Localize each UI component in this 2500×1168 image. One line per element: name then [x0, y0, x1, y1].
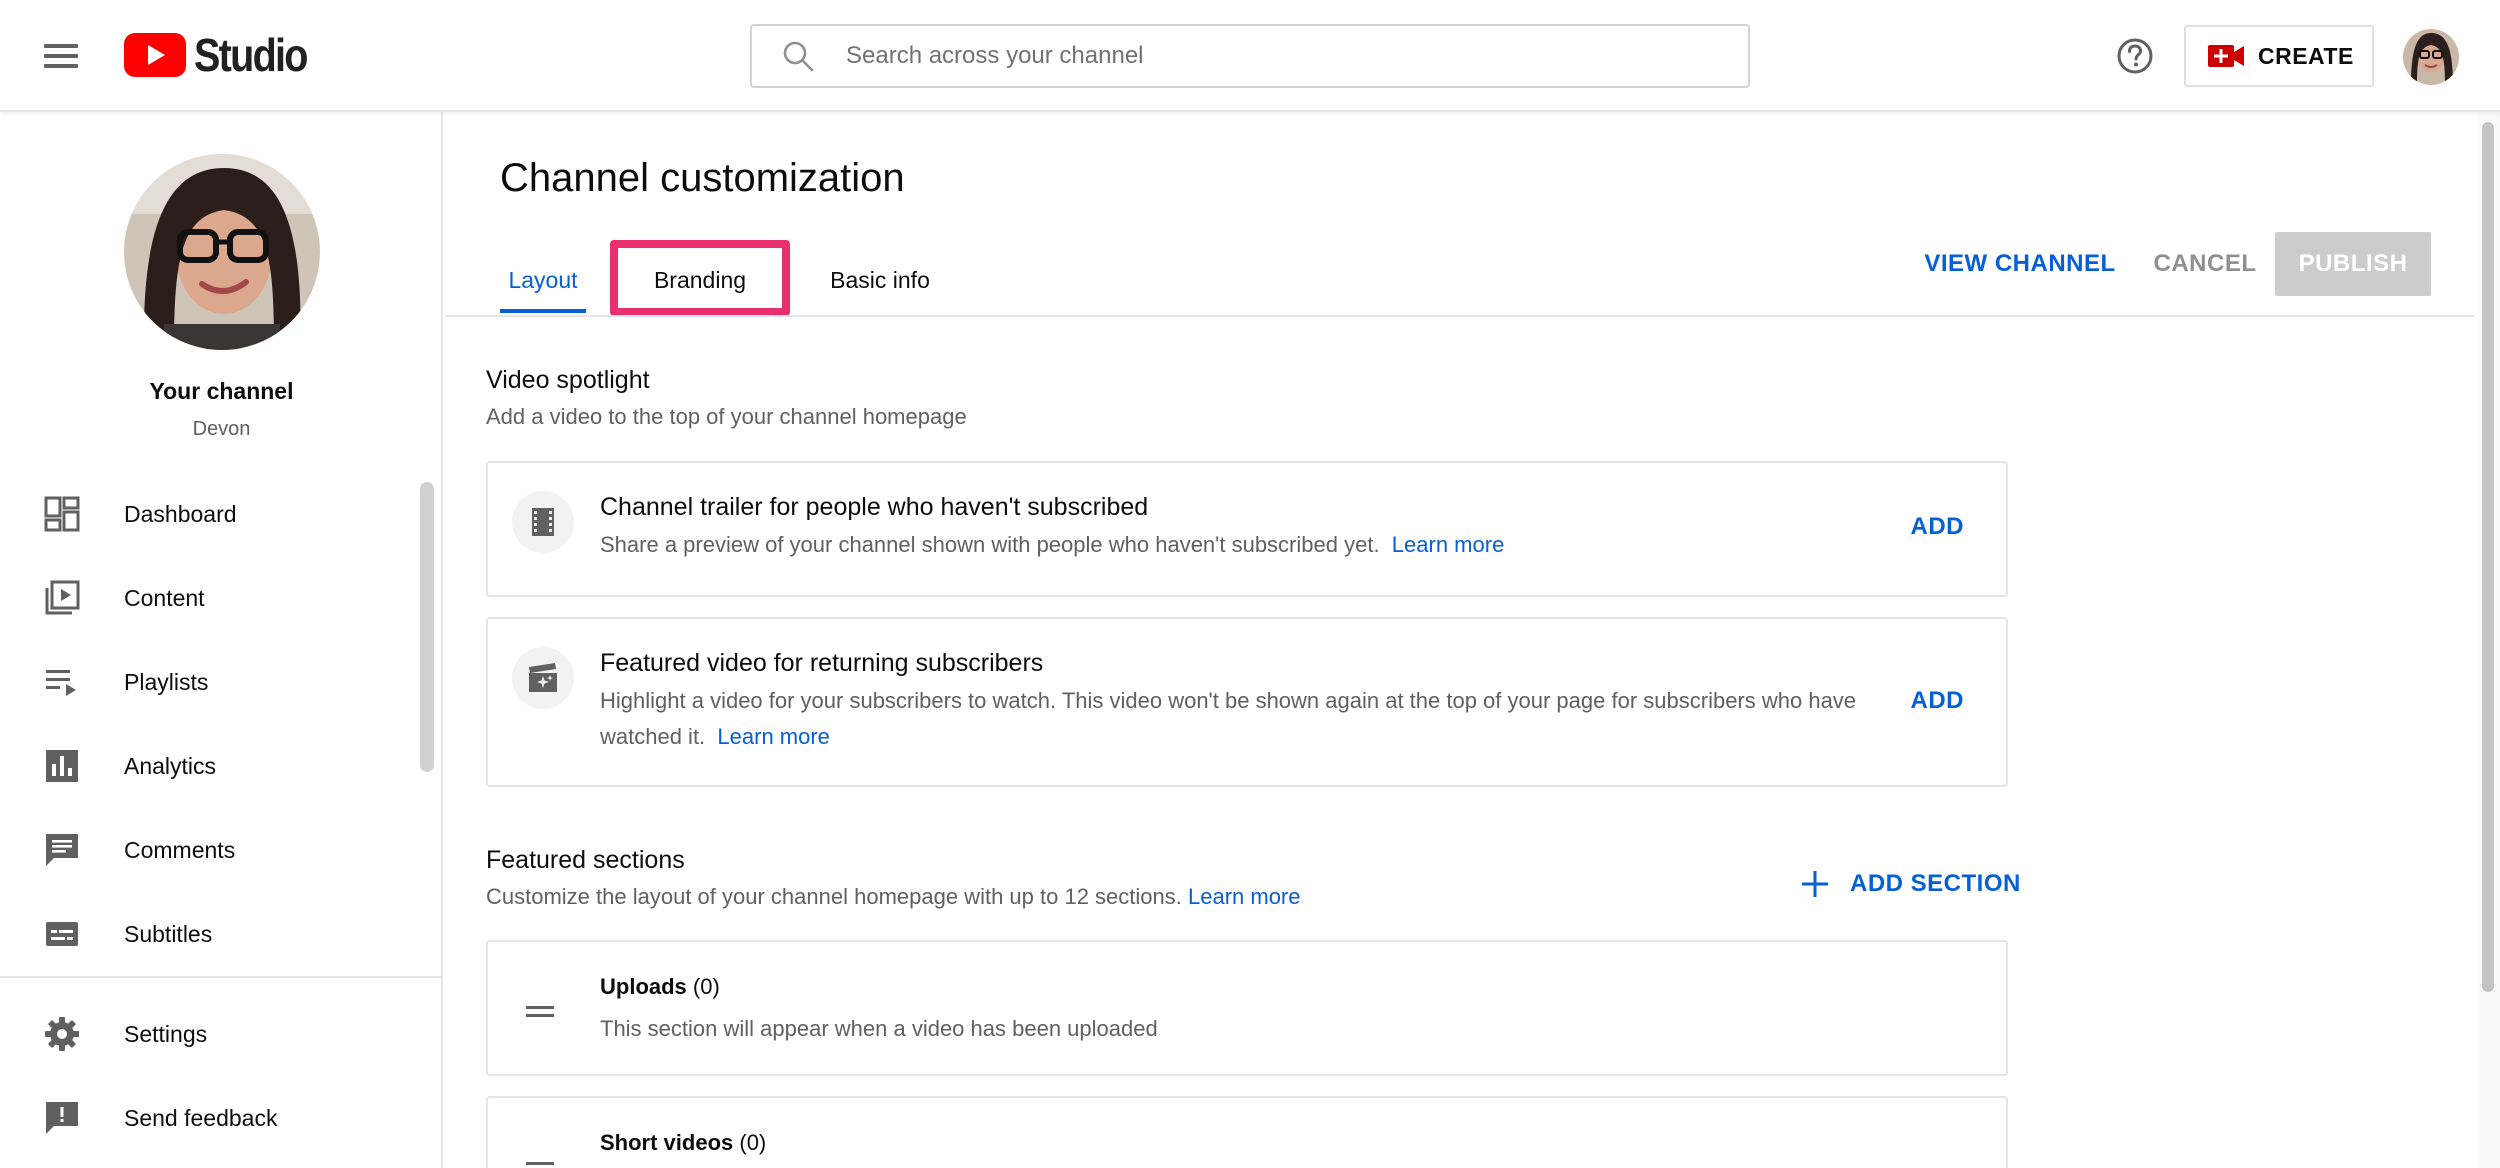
channel-avatar[interactable]	[124, 154, 320, 350]
channel-name: Your channel	[149, 378, 294, 404]
channel-avatar-image	[124, 154, 320, 350]
active-tab-indicator	[500, 309, 586, 313]
card-description: Highlight a video for your subscribers t…	[600, 683, 1930, 755]
card-icon-circle	[512, 491, 574, 553]
drag-handle-icon[interactable]	[526, 1160, 554, 1168]
tab-layout[interactable]: Layout	[500, 252, 586, 308]
sidebar-item-send-feedback[interactable]: Send feedback	[0, 1076, 420, 1160]
learn-more-link[interactable]: Learn more	[717, 724, 830, 749]
film-strip-icon	[532, 508, 554, 536]
section-name: Short videos	[600, 1130, 734, 1155]
sidebar-item-label: Subtitles	[124, 920, 213, 947]
playlists-icon	[46, 670, 76, 696]
video-camera-add-icon	[2208, 45, 2244, 67]
search-bar[interactable]	[750, 24, 1750, 88]
sidebar-scrollbar[interactable]	[420, 482, 434, 772]
featured-sections-description: Customize the layout of your channel hom…	[486, 884, 1301, 910]
menu-icon[interactable]	[40, 36, 84, 76]
search-input[interactable]	[846, 42, 1706, 70]
add-trailer-button[interactable]: ADD	[1911, 513, 1965, 541]
video-spotlight-description: Add a video to the top of your channel h…	[486, 404, 967, 429]
sidebar-item-label: Dashboard	[124, 500, 237, 527]
learn-more-link[interactable]: Learn more	[1188, 884, 1301, 909]
card-title: Featured video for returning subscribers	[600, 649, 1044, 677]
main-scrollbar-thumb[interactable]	[2482, 122, 2494, 992]
dashboard-icon	[44, 496, 80, 532]
channel-trailer-card: Channel trailer for people who haven't s…	[486, 461, 2008, 597]
sidebar-item-content[interactable]: Content	[0, 556, 420, 640]
create-button[interactable]: CREATE	[2184, 25, 2374, 87]
subtitles-icon	[46, 922, 78, 946]
sidebar-item-label: Comments	[124, 836, 236, 863]
add-section-label: ADD SECTION	[1850, 870, 2021, 897]
view-channel-button[interactable]: VIEW CHANNEL	[1920, 232, 2120, 296]
publish-button[interactable]: PUBLISH	[2275, 232, 2431, 296]
card-title: Channel trailer for people who haven't s…	[600, 493, 1149, 521]
help-icon[interactable]	[2115, 36, 2155, 76]
avatar-image	[2403, 29, 2459, 85]
main-content: Channel customization Layout Branding Ba…	[445, 112, 2475, 1168]
settings-icon	[45, 1017, 79, 1051]
cancel-button[interactable]: CANCEL	[2145, 232, 2265, 296]
main-scrollbar[interactable]	[2478, 112, 2500, 1168]
tab-branding[interactable]: Branding	[610, 252, 790, 308]
channel-handle: Devon	[192, 418, 251, 440]
featured-sections-title: Featured sections	[486, 846, 685, 874]
comments-icon	[46, 834, 78, 866]
short-videos-section-card[interactable]: Short videos (0)	[486, 1096, 2008, 1168]
top-bar: Studio CREATE	[0, 0, 2500, 112]
section-count: (0)	[739, 1130, 767, 1155]
uploads-section-card[interactable]: Uploads (0) This section will appear whe…	[486, 940, 2008, 1076]
featured-sections-description-text: Customize the layout of your channel hom…	[486, 884, 1182, 909]
card-description-line1: Highlight a video for your subscribers t…	[600, 688, 1857, 713]
create-label: CREATE	[2258, 42, 2354, 69]
video-spotlight-title: Video spotlight	[486, 366, 650, 394]
logo-text: Studio	[194, 29, 308, 81]
learn-more-link[interactable]: Learn more	[1392, 532, 1505, 557]
sidebar-item-label: Send feedback	[124, 1104, 278, 1131]
card-description: Share a preview of your channel shown wi…	[600, 527, 1504, 563]
sidebar-item-label: Playlists	[124, 668, 209, 695]
sidebar-divider	[0, 976, 443, 978]
card-icon-circle	[512, 647, 574, 709]
account-avatar[interactable]	[2403, 29, 2459, 85]
add-featured-video-button[interactable]: ADD	[1911, 687, 1965, 715]
content-icon	[45, 580, 80, 615]
section-title: Short videos (0)	[600, 1130, 766, 1156]
sidebar-item-settings[interactable]: Settings	[0, 992, 420, 1076]
plus-icon	[1802, 871, 1828, 897]
section-name: Uploads	[600, 974, 687, 999]
section-title: Uploads (0)	[600, 974, 720, 1000]
sidebar-item-playlists[interactable]: Playlists	[0, 640, 420, 724]
sidebar-item-comments[interactable]: Comments	[0, 808, 420, 892]
feedback-icon	[46, 1102, 78, 1134]
sidebar-item-analytics[interactable]: Analytics	[0, 724, 420, 808]
tab-basic-info[interactable]: Basic info	[815, 252, 945, 308]
clapperboard-sparkle-icon	[529, 663, 557, 692]
page-title: Channel customization	[500, 156, 905, 200]
analytics-icon	[46, 750, 78, 782]
sidebar-item-label: Settings	[124, 1020, 208, 1047]
drag-handle-icon[interactable]	[526, 1004, 554, 1018]
tabs-divider	[445, 315, 2475, 317]
sidebar-item-subtitles[interactable]: Subtitles	[0, 892, 420, 976]
sidebar-item-label: Analytics	[124, 752, 217, 779]
search-icon	[783, 41, 814, 72]
section-count: (0)	[692, 974, 720, 999]
sidebar-item-dashboard[interactable]: Dashboard	[0, 472, 420, 556]
section-description: This section will appear when a video ha…	[600, 1016, 1158, 1041]
youtube-logo-icon	[124, 33, 186, 77]
featured-video-card: Featured video for returning subscribers…	[486, 617, 2008, 787]
add-section-button[interactable]: ADD SECTION	[1800, 864, 2021, 904]
studio-logo[interactable]: Studio	[124, 29, 325, 81]
card-description-line2: watched it.	[600, 724, 706, 749]
sidebar-item-label: Content	[124, 584, 205, 611]
sidebar: Your channel Devon Dashboard Content Pla…	[0, 112, 443, 1168]
card-description-text: Share a preview of your channel shown wi…	[600, 532, 1380, 557]
